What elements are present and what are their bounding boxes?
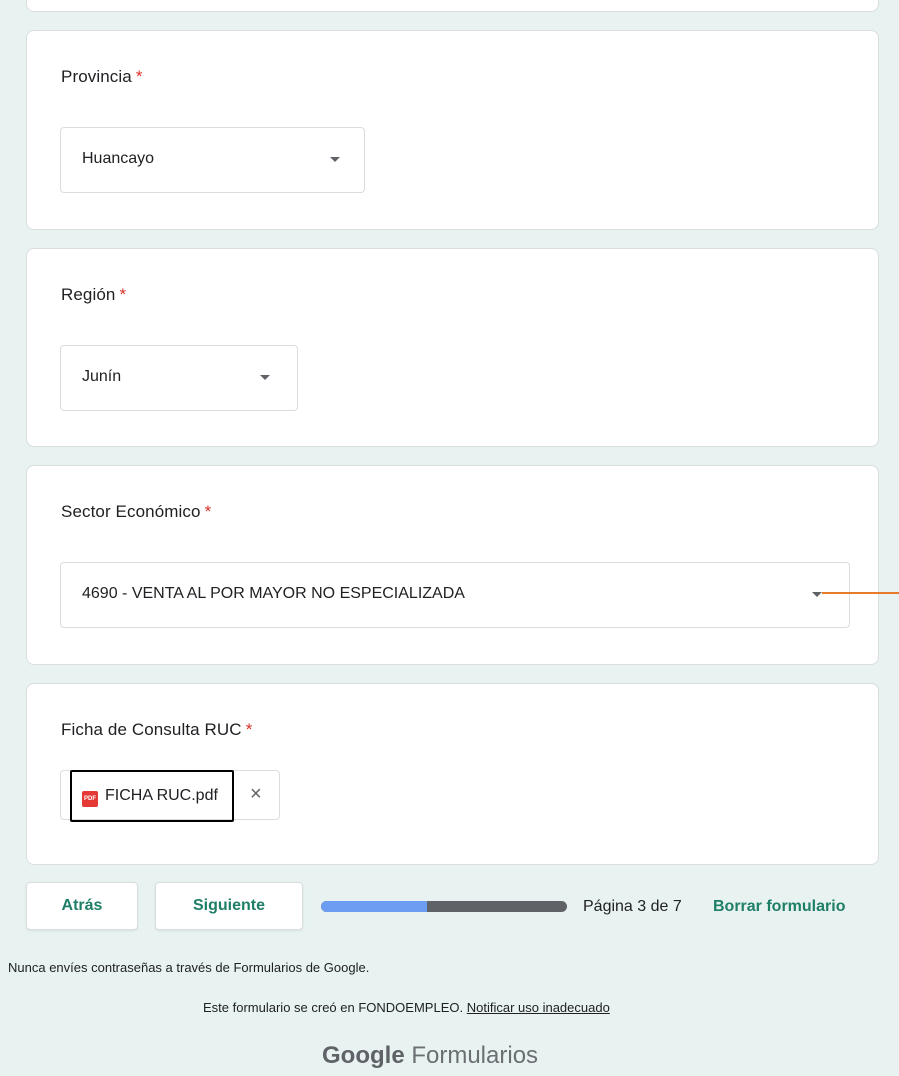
previous-question-card <box>26 0 879 12</box>
question-label: Ficha de Consulta RUC <box>61 720 242 739</box>
question-label: Provincia <box>61 67 132 86</box>
brand-forms: Formularios <box>411 1042 539 1069</box>
file-name: FICHA RUC.pdf <box>105 787 218 804</box>
caret-down-icon <box>260 375 270 380</box>
back-button[interactable]: Atrás <box>26 882 138 930</box>
pdf-file-icon: PDF <box>82 791 98 807</box>
page-indicator: Página 3 de 7 <box>583 898 682 915</box>
google-forms-logo[interactable]: Google Formularios <box>322 1042 538 1070</box>
brand-google: Google <box>322 1042 405 1069</box>
required-asterisk: * <box>135 67 143 86</box>
uploaded-file-chip: PDF FICHA RUC.pdf × <box>60 770 280 822</box>
annotation-arrow <box>822 592 899 594</box>
required-asterisk: * <box>119 285 127 304</box>
report-abuse-link[interactable]: Notificar uso inadecuado <box>467 1000 610 1015</box>
question-title-region: Región * <box>61 285 126 305</box>
file-link[interactable]: PDF FICHA RUC.pdf <box>70 770 234 822</box>
question-card-ficha-ruc: Ficha de Consulta RUC * PDF FICHA RUC.pdf… <box>26 683 879 865</box>
clear-form-button[interactable]: Borrar formulario <box>713 898 845 916</box>
question-title-sector: Sector Económico * <box>61 502 211 522</box>
region-dropdown[interactable]: Junín <box>60 345 298 411</box>
question-title-provincia: Provincia * <box>61 67 143 87</box>
question-title-ficha-ruc: Ficha de Consulta RUC * <box>61 720 252 740</box>
progress-bar-fill <box>321 901 427 912</box>
dropdown-value: Junín <box>82 368 122 385</box>
question-label: Sector Económico <box>61 502 201 521</box>
dropdown-value: Huancayo <box>82 150 155 167</box>
required-asterisk: * <box>245 720 253 739</box>
question-card-sector: Sector Económico * 4690 - VENTA AL POR MA… <box>26 465 879 665</box>
next-button[interactable]: Siguiente <box>155 882 303 930</box>
dropdown-value: 4690 - VENTA AL POR MAYOR NO ESPECIALIZA… <box>82 585 465 602</box>
sector-dropdown[interactable]: 4690 - VENTA AL POR MAYOR NO ESPECIALIZA… <box>60 562 850 628</box>
caret-down-icon <box>812 592 822 597</box>
question-label: Región <box>61 285 116 304</box>
provincia-dropdown[interactable]: Huancayo <box>60 127 365 193</box>
password-warning: Nunca envíes contraseñas a través de For… <box>8 960 370 975</box>
remove-file-icon[interactable]: × <box>250 784 262 804</box>
progress-bar <box>321 901 567 912</box>
created-text: Este formulario se creó en FONDOEMPLEO. <box>203 1000 464 1015</box>
question-card-region: Región * Junín <box>26 248 879 447</box>
caret-down-icon <box>330 157 340 162</box>
required-asterisk: * <box>204 502 212 521</box>
question-card-provincia: Provincia * Huancayo <box>26 30 879 230</box>
form-creator-note: Este formulario se creó en FONDOEMPLEO. … <box>203 1000 610 1015</box>
